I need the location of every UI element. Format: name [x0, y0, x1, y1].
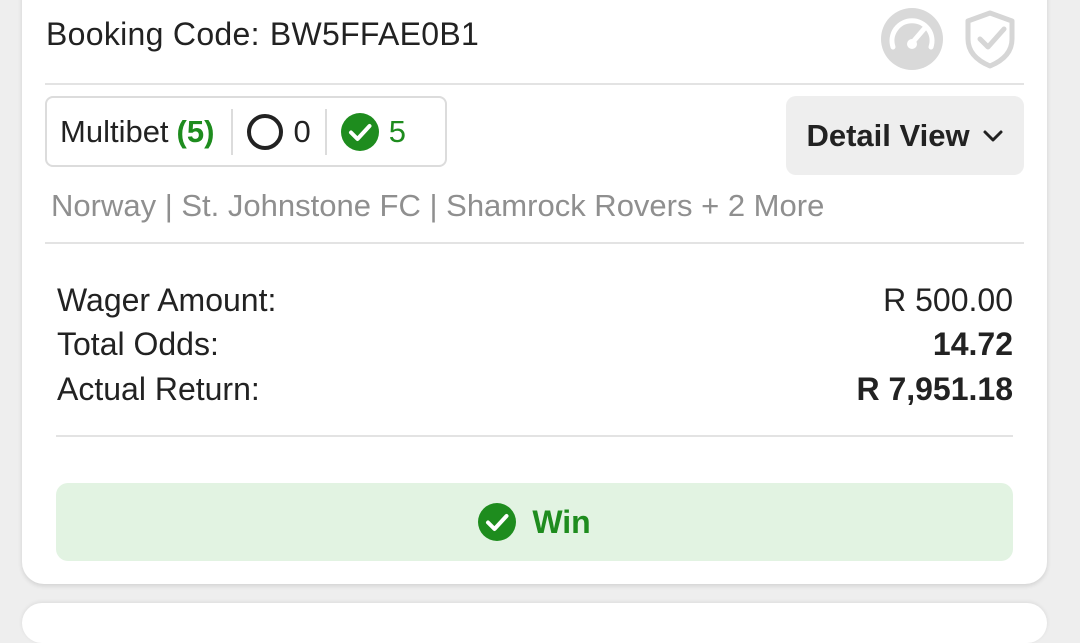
multibet-count: (5)	[176, 113, 215, 149]
wager-label: Wager Amount:	[57, 282, 277, 318]
shield-check-icon[interactable]	[960, 9, 1020, 69]
odds-value: 14.72	[932, 326, 1013, 362]
multibet-summary[interactable]: Multibet (5) 0 5	[45, 96, 447, 167]
booking-code-value: BW5FFAE0B1	[269, 16, 480, 52]
return-value: R 7,951.18	[856, 371, 1013, 407]
chevron-down-icon	[983, 130, 1003, 141]
pending-count: 0	[293, 113, 311, 149]
teams-divider	[45, 242, 1024, 244]
return-row: Actual Return: R 7,951.18	[57, 371, 1013, 408]
result-label: Win	[532, 503, 591, 540]
detail-view-button[interactable]: Detail View	[786, 96, 1024, 175]
detail-view-label: Detail View	[806, 117, 970, 153]
wager-row: Wager Amount: R 500.00	[57, 282, 1013, 319]
result-status-button[interactable]: Win	[56, 483, 1013, 561]
selected-teams: Norway | St. Johnstone FC | Shamrock Rov…	[51, 188, 825, 223]
won-count: 5	[388, 113, 406, 149]
odds-label: Total Odds:	[57, 326, 219, 362]
speedometer-icon[interactable]	[880, 7, 944, 71]
booking-code-label: Booking Code:	[46, 16, 260, 52]
wager-value: R 500.00	[883, 282, 1013, 318]
separator	[324, 108, 327, 155]
multibet-label: Multibet	[60, 113, 169, 149]
summary-divider	[56, 435, 1013, 437]
odds-row: Total Odds: 14.72	[57, 326, 1013, 363]
header-divider	[45, 83, 1024, 85]
return-label: Actual Return:	[57, 371, 260, 407]
check-circle-icon	[478, 503, 517, 541]
booking-code: Booking Code: BW5FFAE0B1	[46, 16, 479, 53]
next-bet-card[interactable]	[22, 603, 1047, 643]
check-circle-icon	[340, 112, 379, 151]
separator	[231, 108, 234, 155]
pending-circle-icon	[247, 113, 284, 150]
